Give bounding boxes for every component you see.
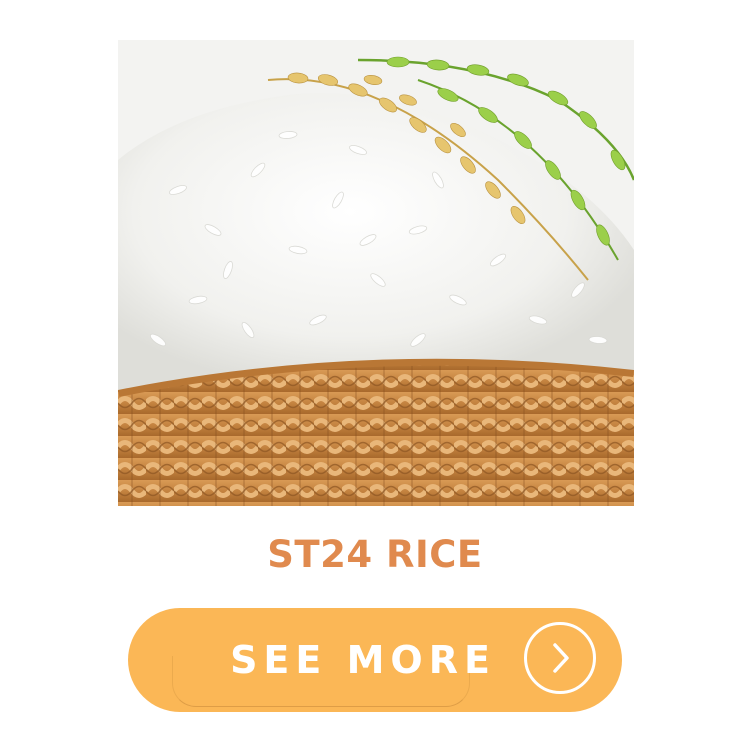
rice-basket-image [118,40,634,506]
see-more-button[interactable]: SEE MORE [128,608,622,712]
product-title: ST24 RICE [267,533,483,576]
rice-basket-illustration [118,40,634,506]
chevron-right-icon[interactable] [524,622,596,694]
see-more-label: SEE MORE [230,638,496,682]
